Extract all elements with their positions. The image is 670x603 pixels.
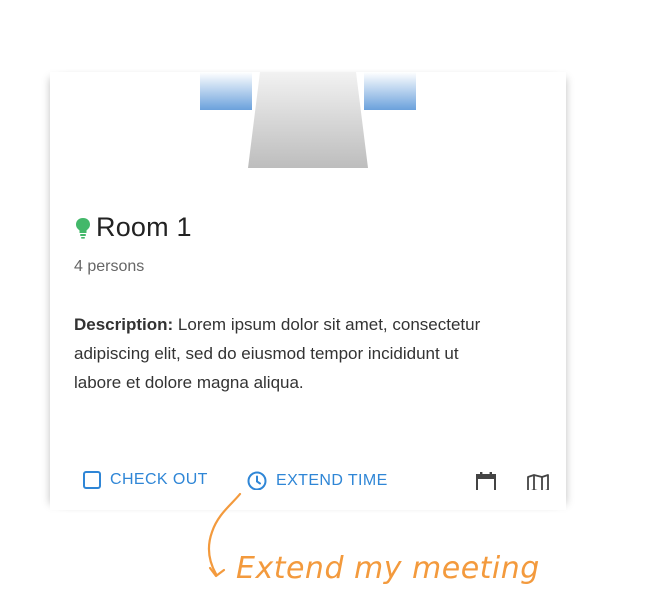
room-name: Room 1 (96, 212, 192, 242)
room-description: Description: Lorem ipsum dolor sit amet,… (74, 310, 494, 397)
clock-icon (247, 471, 267, 491)
room-illustration (200, 72, 416, 168)
description-label: Description: (74, 315, 174, 334)
room-title: Room 1 (74, 212, 192, 243)
room-capacity: 4 persons (74, 258, 145, 275)
stage: Room 1 4 persons Description: Lorem ipsu… (0, 0, 670, 603)
annotation-text: Extend my meeting (236, 551, 540, 586)
extend-time-label: EXTEND TIME (276, 472, 388, 489)
extend-time-button[interactable]: EXTEND TIME (246, 470, 388, 492)
room-card: Room 1 4 persons Description: Lorem ipsu… (50, 72, 566, 510)
window-right (364, 72, 416, 110)
check-out-button[interactable]: CHECK OUT (82, 470, 208, 490)
checkbox-outline-icon (83, 471, 101, 489)
lightbulb-icon (76, 217, 90, 239)
card-bottom-edge (50, 490, 566, 510)
window-left (200, 72, 252, 110)
check-out-label: CHECK OUT (110, 471, 208, 488)
table-shape (248, 72, 368, 168)
